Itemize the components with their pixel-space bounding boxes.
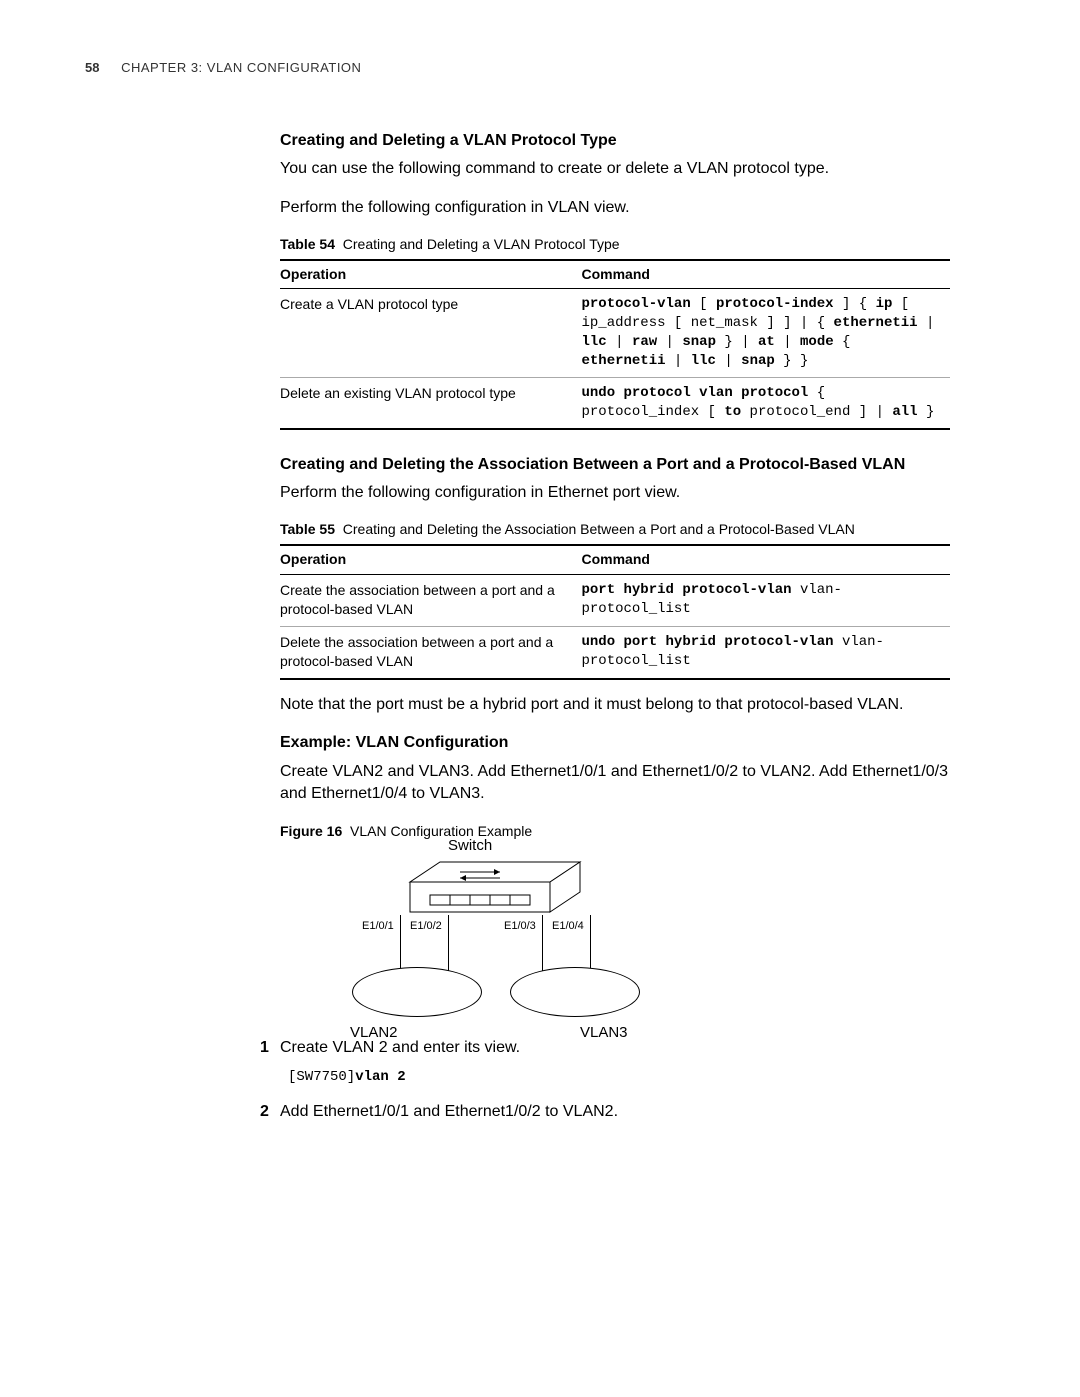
table55-row2-cmd: undo port hybrid protocol-vlan vlan-prot…	[582, 626, 951, 679]
cli-cmd: vlan 2	[355, 1069, 405, 1085]
section2-config-note: Perform the following configuration in E…	[280, 482, 950, 504]
step-1-cli: [SW7750]vlan 2	[288, 1068, 950, 1088]
table54: Operation Command Create a VLAN protocol…	[280, 259, 950, 430]
figure16-title: VLAN Configuration Example	[350, 823, 532, 839]
table55-row1-cmd: port hybrid protocol-vlan vlan-protocol_…	[582, 574, 951, 626]
table54-row1: Create a VLAN protocol type protocol-vla…	[280, 289, 950, 378]
section2-note: Note that the port must be a hybrid port…	[280, 694, 950, 716]
step-2-text: Add Ethernet1/0/1 and Ethernet1/0/2 to V…	[280, 1103, 618, 1120]
figure16-label: Figure 16	[280, 823, 342, 839]
table54-label: Table 54	[280, 236, 335, 252]
page-number: 58	[85, 60, 99, 75]
table55-col-command: Command	[582, 545, 951, 574]
section1-heading: Creating and Deleting a VLAN Protocol Ty…	[280, 130, 950, 152]
port-label-2: E1/0/2	[410, 919, 442, 934]
section2-heading: Creating and Deleting the Association Be…	[280, 454, 950, 476]
example-intro: Create VLAN2 and VLAN3. Add Ethernet1/0/…	[280, 761, 950, 806]
cli-prompt: [SW7750]	[288, 1069, 355, 1085]
step-2: 2 Add Ethernet1/0/1 and Ethernet1/0/2 to…	[280, 1101, 950, 1123]
table55-row2: Delete the association between a port an…	[280, 626, 950, 679]
main-content: Creating and Deleting a VLAN Protocol Ty…	[280, 130, 950, 1124]
step-1-text: Create VLAN 2 and enter its view.	[280, 1039, 520, 1056]
figure16: Switch	[280, 847, 950, 1037]
step-1-num: 1	[260, 1037, 269, 1059]
step-1: 1 Create VLAN 2 and enter its view. [SW7…	[280, 1037, 950, 1087]
table54-row1-cmd: protocol-vlan [ protocol-index ] { ip [ …	[582, 289, 951, 378]
vlan3-ellipse	[510, 967, 640, 1017]
steps-list: 1 Create VLAN 2 and enter its view. [SW7…	[280, 1037, 950, 1123]
table55-row1: Create the association between a port an…	[280, 574, 950, 626]
table55-title: Creating and Deleting the Association Be…	[343, 521, 855, 537]
table55-caption: Table 55 Creating and Deleting the Assoc…	[280, 520, 950, 540]
table55: Operation Command Create the association…	[280, 544, 950, 680]
table54-col-operation: Operation	[280, 260, 582, 289]
step-2-num: 2	[260, 1101, 269, 1123]
vlan2-ellipse	[352, 967, 482, 1017]
port-label-4: E1/0/4	[552, 919, 584, 934]
chapter-title: CHAPTER 3: VLAN CONFIGURATION	[121, 60, 361, 75]
table54-row2: Delete an existing VLAN protocol type un…	[280, 377, 950, 428]
table55-label: Table 55	[280, 521, 335, 537]
table55-col-operation: Operation	[280, 545, 582, 574]
page: 58 CHAPTER 3: VLAN CONFIGURATION Creatin…	[0, 0, 1080, 1192]
table54-caption: Table 54 Creating and Deleting a VLAN Pr…	[280, 235, 950, 255]
example-heading: Example: VLAN Configuration	[280, 732, 950, 754]
table55-row1-op: Create the association between a port an…	[280, 574, 582, 626]
switch-label: Switch	[448, 835, 492, 856]
section1-intro: You can use the following command to cre…	[280, 158, 950, 180]
table54-title: Creating and Deleting a VLAN Protocol Ty…	[343, 236, 620, 252]
port-label-1: E1/0/1	[362, 919, 394, 934]
section1-config-note: Perform the following configuration in V…	[280, 197, 950, 219]
table55-row2-op: Delete the association between a port an…	[280, 626, 582, 679]
figure16-caption: Figure 16 VLAN Configuration Example	[280, 822, 950, 842]
table54-col-command: Command	[582, 260, 951, 289]
table54-row2-cmd: undo protocol vlan protocol { protocol_i…	[582, 377, 951, 428]
page-header: 58 CHAPTER 3: VLAN CONFIGURATION	[85, 60, 950, 75]
table54-row1-op: Create a VLAN protocol type	[280, 289, 582, 378]
table54-row2-op: Delete an existing VLAN protocol type	[280, 377, 582, 428]
port-label-3: E1/0/3	[504, 919, 536, 934]
